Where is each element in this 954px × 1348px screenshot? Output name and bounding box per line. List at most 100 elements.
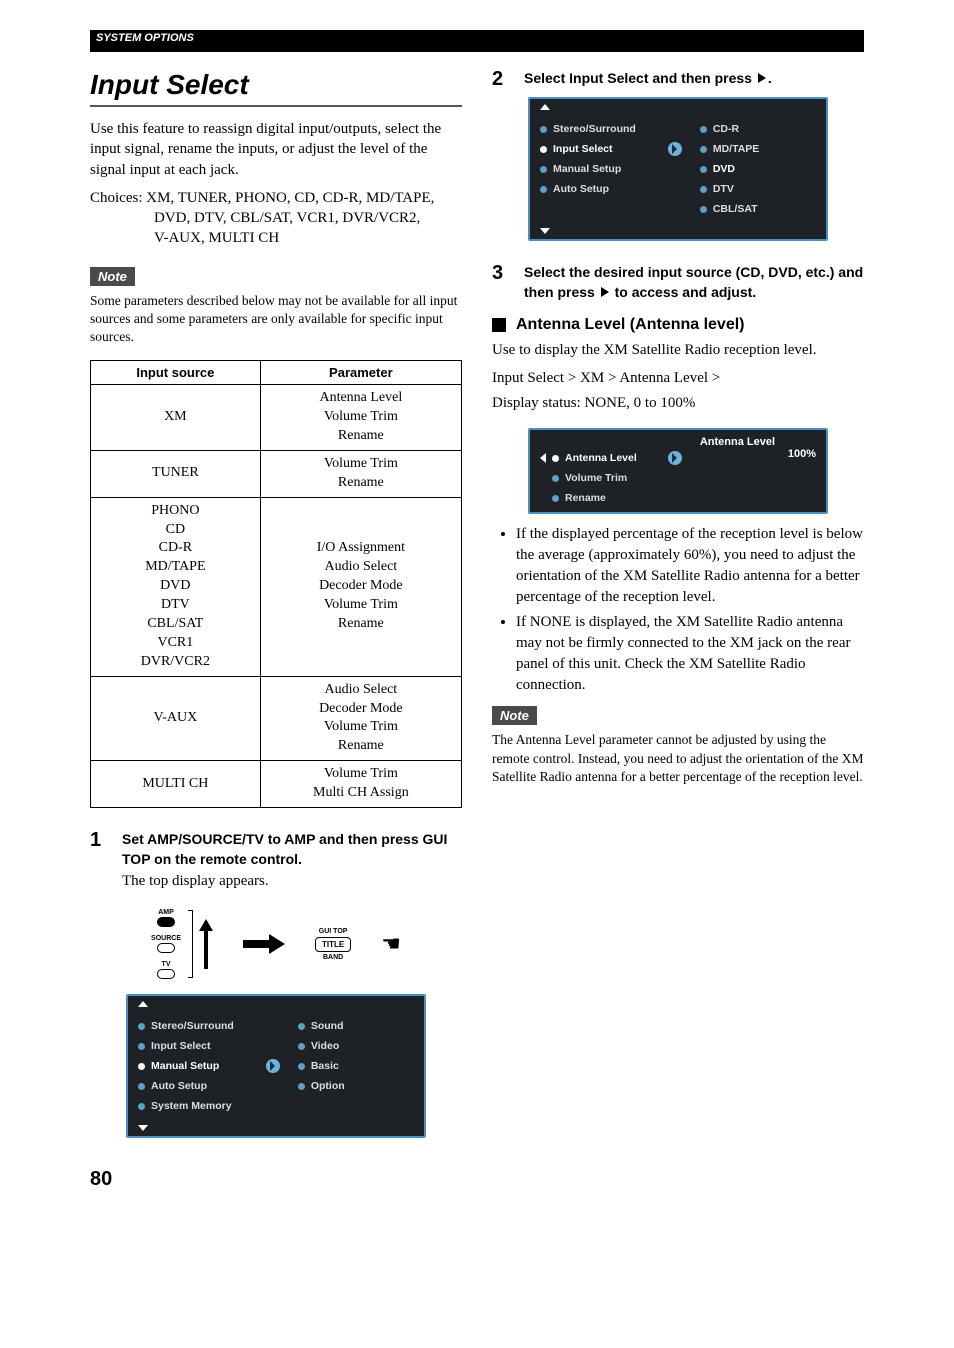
cell-source: XM <box>91 385 261 451</box>
table-row: PHONOCDCD-RMD/TAPEDVDDTVCBL/SATVCR1DVR/V… <box>91 497 462 676</box>
triangle-left-icon <box>540 453 546 463</box>
step-2: 2 Select Input Select and then press . <box>492 69 864 89</box>
osd2-right-item-selected: DVD <box>713 163 735 175</box>
cell-source: MULTI CH <box>91 761 261 808</box>
remote-label-source: SOURCE <box>151 935 181 953</box>
tv-pill-icon <box>157 969 175 979</box>
choices-line1: XM, TUNER, PHONO, CD, CD-R, MD/TAPE, <box>146 190 434 206</box>
table-row: XM Antenna LevelVolume TrimRename <box>91 385 462 451</box>
intro-text: Use this feature to reassign digital inp… <box>90 119 462 180</box>
step-3-number: 3 <box>492 263 510 283</box>
osd1-left-item: Input Select <box>151 1040 211 1052</box>
th-param: Parameter <box>260 361 461 385</box>
osd-screenshot-3: Antenna Level Volume Trim Rename Antenna… <box>528 428 828 514</box>
chevron-right-icon <box>668 451 682 465</box>
osd2-left-item-selected: Input Select <box>553 143 613 155</box>
choices-line2: DVD, DTV, CBL/SAT, VCR1, DVR/VCR2, <box>90 208 462 228</box>
parameter-table: Input source Parameter XM Antenna LevelV… <box>90 360 462 808</box>
osd-screenshot-1: Stereo/Surround Input Select Manual Setu… <box>126 994 426 1138</box>
step-1-number: 1 <box>90 830 108 850</box>
bracket-icon <box>187 910 193 978</box>
arrow-right-icon <box>243 934 285 954</box>
cell-param: Volume TrimMulti CH Assign <box>260 761 461 808</box>
osd1-right-item: Basic <box>311 1060 339 1072</box>
step-3: 3 Select the desired input source (CD, D… <box>492 263 864 302</box>
bullet-item: If the displayed percentage of the recep… <box>516 524 864 608</box>
remote-title-button-diagram: GUI TOP TITLE BAND <box>315 928 351 961</box>
cell-param: Antenna LevelVolume TrimRename <box>260 385 461 451</box>
note-text: Some parameters described below may not … <box>90 292 462 347</box>
antenna-desc: Use to display the XM Satellite Radio re… <box>492 340 864 360</box>
osd1-left-item: System Memory <box>151 1100 232 1112</box>
bullet-item: If NONE is displayed, the XM Satellite R… <box>516 612 864 696</box>
note-label-2: Note <box>492 706 537 725</box>
step-1-sub: The top display appears. <box>122 873 462 890</box>
scroll-down-icon <box>540 228 550 234</box>
osd2-right-item: CD-R <box>713 123 739 135</box>
antenna-path-2: Display status: NONE, 0 to 100% <box>492 393 864 414</box>
choices-block: Choices: XM, TUNER, PHONO, CD, CD-R, MD/… <box>90 188 462 249</box>
cell-param: Audio SelectDecoder ModeVolume TrimRenam… <box>260 676 461 761</box>
step-3-title: Select the desired input source (CD, DVD… <box>524 263 864 302</box>
section-title: Input Select <box>90 69 462 107</box>
source-pill-icon <box>157 943 175 953</box>
osd2-right-item: MD/TAPE <box>713 143 759 155</box>
note-label: Note <box>90 267 135 286</box>
th-source: Input source <box>91 361 261 385</box>
osd2-right-item: DTV <box>713 183 734 195</box>
remote-label-amp: AMP <box>151 909 181 927</box>
table-row: V-AUX Audio SelectDecoder ModeVolume Tri… <box>91 676 462 761</box>
triangle-right-icon <box>758 73 766 83</box>
right-column: 2 Select Input Select and then press . S… <box>492 69 864 1138</box>
step-1: 1 Set AMP/SOURCE/TV to AMP and then pres… <box>90 830 462 890</box>
osd-screenshot-2: Stereo/Surround Input Select Manual Setu… <box>528 97 828 241</box>
remote-diagram: AMP SOURCE TV GUI TOP TITLE BAND ☚ <box>90 904 462 984</box>
chevron-right-icon <box>668 142 682 156</box>
cell-param: Volume TrimRename <box>260 450 461 497</box>
antenna-level-heading: Antenna Level (Antenna level) <box>492 316 864 334</box>
step-2-title: Select Input Select and then press . <box>524 69 864 89</box>
osd1-right-item: Option <box>311 1080 345 1092</box>
cell-source: V-AUX <box>91 676 261 761</box>
triangle-right-icon <box>601 287 609 297</box>
osd2-right-item: CBL/SAT <box>713 203 758 215</box>
osd3-right-value: 100% <box>700 448 816 460</box>
osd2-left-item: Stereo/Surround <box>553 123 636 135</box>
step-1-title: Set AMP/SOURCE/TV to AMP and then press … <box>122 830 462 869</box>
header-bar: SYSTEM OPTIONS <box>90 30 864 49</box>
content-columns: Input Select Use this feature to reassig… <box>90 69 864 1138</box>
amp-pill-icon <box>157 917 175 927</box>
choices-line3: V-AUX, MULTI CH <box>90 228 462 248</box>
band-label: BAND <box>315 954 351 961</box>
cell-source: PHONOCDCD-RMD/TAPEDVDDTVCBL/SATVCR1DVR/V… <box>91 497 261 676</box>
antenna-heading-text: Antenna Level (Antenna level) <box>516 316 745 334</box>
osd2-left-item: Manual Setup <box>553 163 621 175</box>
osd1-left-item: Auto Setup <box>151 1080 207 1092</box>
osd2-left-item: Auto Setup <box>553 183 609 195</box>
cell-source: TUNER <box>91 450 261 497</box>
scroll-up-icon <box>540 104 550 110</box>
left-column: Input Select Use this feature to reassig… <box>90 69 462 1138</box>
step-2-number: 2 <box>492 69 510 89</box>
page: SYSTEM OPTIONS Input Select Use this fea… <box>0 0 954 1221</box>
scroll-down-icon <box>138 1125 148 1131</box>
antenna-path-1: Input Select > XM > Antenna Level > <box>492 368 864 389</box>
chevron-right-icon <box>266 1059 280 1073</box>
remote-switch-diagram: AMP SOURCE TV <box>151 909 213 979</box>
cell-param: I/O AssignmentAudio SelectDecoder ModeVo… <box>260 497 461 676</box>
osd1-left-item: Stereo/Surround <box>151 1020 234 1032</box>
bullet-list: If the displayed percentage of the recep… <box>492 524 864 696</box>
square-bullet-icon <box>492 318 506 332</box>
page-number: 80 <box>90 1168 864 1191</box>
header-section-label: SYSTEM OPTIONS <box>96 32 194 44</box>
osd3-left-item: Volume Trim <box>565 472 627 484</box>
title-button-icon: TITLE <box>315 937 351 952</box>
osd3-left-item: Rename <box>565 492 606 504</box>
osd3-right-title: Antenna Level <box>700 436 816 448</box>
scroll-up-icon <box>138 1001 148 1007</box>
table-row: TUNER Volume TrimRename <box>91 450 462 497</box>
hand-pointer-icon: ☚ <box>381 931 401 957</box>
arrow-up-icon <box>199 919 213 969</box>
choices-label: Choices: <box>90 190 143 206</box>
osd1-right-item: Sound <box>311 1020 344 1032</box>
